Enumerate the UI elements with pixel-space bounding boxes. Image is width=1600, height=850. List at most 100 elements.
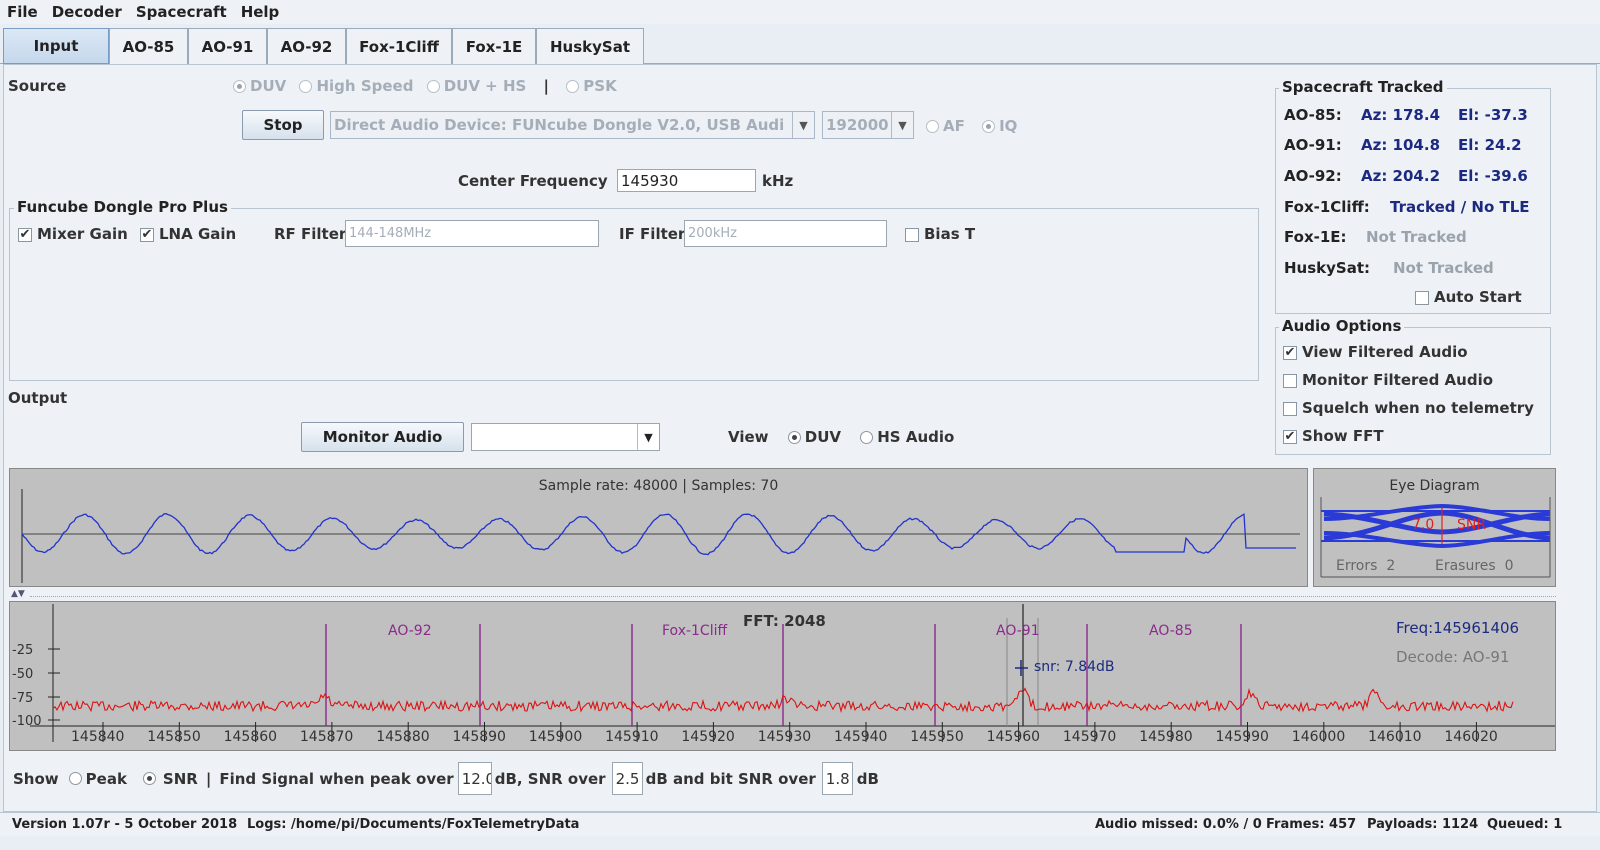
fft-x-tick-label: 145910 bbox=[605, 729, 658, 745]
fft-x-tick-label: 145990 bbox=[1216, 729, 1269, 745]
menu-decoder[interactable]: Decoder bbox=[45, 3, 129, 21]
splitter-divider[interactable] bbox=[30, 596, 1556, 599]
peak-radio[interactable] bbox=[68, 772, 82, 785]
view-hs-radio[interactable] bbox=[860, 431, 874, 444]
output-device-select[interactable]: ▼ bbox=[471, 423, 660, 451]
monitor-filtered-audio-checkbox[interactable]: Monitor Filtered Audio bbox=[1283, 371, 1493, 389]
mode-psk-radio[interactable] bbox=[566, 80, 580, 93]
checkbox-empty-icon bbox=[1415, 290, 1429, 305]
fft-x-tick-label: 146000 bbox=[1292, 729, 1345, 745]
mode-selector: DUV High Speed DUV + HS | PSK bbox=[233, 77, 617, 95]
fft-x-tick-label: 145840 bbox=[71, 729, 124, 745]
status-bar: Version 1.07r - 5 October 2018 Logs: /ho… bbox=[0, 812, 1600, 836]
menu-bar: File Decoder Spacecraft Help bbox=[0, 0, 1600, 24]
queued-count: Queued: 1 bbox=[1487, 817, 1563, 832]
tracked-name: Fox-1E: bbox=[1284, 228, 1347, 246]
tracked-name: AO-91: bbox=[1284, 136, 1342, 154]
eye-snr-label: SNR bbox=[1457, 517, 1487, 533]
monitor-filtered-audio-label: Monitor Filtered Audio bbox=[1302, 371, 1494, 389]
view-duv-label: DUV bbox=[804, 428, 842, 446]
tracked-el: El: -37.3 bbox=[1458, 106, 1528, 124]
tracked-name: AO-92: bbox=[1284, 167, 1342, 185]
view-duv-radio[interactable] bbox=[787, 431, 801, 444]
logs-path-text: Logs: /home/pi/Documents/FoxTelemetryDat… bbox=[247, 817, 580, 832]
fft-x-tick-label: 145860 bbox=[224, 729, 277, 745]
peak-threshold-input[interactable]: 12.0 bbox=[457, 762, 492, 795]
tracked-row-fox1cliff: Fox-1Cliff: Tracked / No TLE bbox=[1284, 198, 1530, 216]
menu-help[interactable]: Help bbox=[234, 3, 287, 21]
tab-huskysat[interactable]: HuskySat bbox=[536, 28, 644, 64]
fft-frequency-readout: Freq:145961406 bbox=[1396, 619, 1520, 637]
fft-label-ao91: AO-91 bbox=[996, 623, 1040, 639]
view-hs-label: HS Audio bbox=[877, 428, 955, 446]
mixer-gain-label: Mixer Gain bbox=[37, 225, 128, 243]
tab-input[interactable]: Input bbox=[3, 28, 109, 64]
rf-filter-input[interactable]: 144-148MHz bbox=[345, 220, 599, 247]
center-frequency-input[interactable]: 145930 bbox=[617, 169, 756, 192]
auto-start-checkbox[interactable]: Auto Start bbox=[1415, 288, 1522, 306]
tab-ao92[interactable]: AO-92 bbox=[267, 28, 346, 64]
mixer-gain-checkbox[interactable]: ✔ Mixer Gain bbox=[18, 225, 128, 243]
mode-duvhs-radio[interactable] bbox=[426, 80, 440, 93]
eye-snr-value: 7.0 bbox=[1412, 517, 1435, 533]
fft-label-ao85: AO-85 bbox=[1149, 623, 1193, 639]
mode-hs-radio[interactable] bbox=[299, 80, 313, 93]
menu-file[interactable]: File bbox=[0, 3, 45, 21]
fft-x-tick-label: 145900 bbox=[529, 729, 582, 745]
bit-snr-threshold-input[interactable]: 1.8 bbox=[821, 762, 853, 795]
view-filtered-audio-label: View Filtered Audio bbox=[1302, 343, 1468, 361]
tracked-name: HuskySat: bbox=[1284, 259, 1371, 277]
check-icon: ✔ bbox=[1283, 344, 1297, 360]
tab-fox1e[interactable]: Fox-1E bbox=[452, 28, 536, 64]
lna-gain-checkbox[interactable]: ✔ LNA Gain bbox=[140, 225, 236, 243]
tracked-row-ao92: AO-92: Az: 204.2 El: -39.6 bbox=[1284, 167, 1528, 185]
stop-button[interactable]: Stop bbox=[242, 110, 324, 140]
checkbox-empty-icon bbox=[905, 227, 919, 242]
tracked-row-ao91: AO-91: Az: 104.8 El: 24.2 bbox=[1284, 136, 1522, 154]
fft-panel: 145840 145850 145860 145870 145880 145890 1459… bbox=[9, 601, 1556, 751]
af-radio[interactable] bbox=[926, 120, 939, 133]
frames-count: Frames: 457 bbox=[1266, 817, 1357, 832]
mode-duv-label: DUV bbox=[250, 77, 287, 95]
eye-diagram-panel: Eye Diagram 7.0 SNR Errors 2 Erasures 0 bbox=[1313, 468, 1556, 587]
view-selector: View DUV HS Audio bbox=[728, 428, 954, 446]
tab-fox1cliff[interactable]: Fox-1Cliff bbox=[346, 28, 452, 64]
funcube-title: Funcube Dongle Pro Plus bbox=[14, 198, 231, 216]
source-label: Source bbox=[8, 77, 67, 95]
show-fft-checkbox[interactable]: ✔ Show FFT bbox=[1283, 427, 1384, 445]
spacecraft-tracked-title: Spacecraft Tracked bbox=[1279, 78, 1447, 96]
snr-threshold-input[interactable]: 2.5 bbox=[611, 762, 643, 795]
check-icon: ✔ bbox=[140, 226, 154, 242]
monitor-audio-button[interactable]: Monitor Audio bbox=[301, 422, 464, 452]
view-filtered-audio-checkbox[interactable]: ✔ View Filtered Audio bbox=[1283, 343, 1468, 361]
sample-rate-select[interactable]: 192000 ▼ bbox=[822, 111, 914, 139]
mode-psk-label: PSK bbox=[583, 77, 617, 95]
menu-spacecraft[interactable]: Spacecraft bbox=[129, 3, 234, 21]
fft-x-tick-label: 145970 bbox=[1063, 729, 1116, 745]
if-filter-input[interactable]: 200kHz bbox=[684, 220, 887, 247]
af-iq-selector: AF IQ bbox=[926, 117, 1017, 135]
mode-duv-radio[interactable] bbox=[233, 80, 246, 93]
tab-ao91[interactable]: AO-91 bbox=[188, 28, 267, 64]
view-label: View bbox=[728, 428, 769, 446]
tab-ao85[interactable]: AO-85 bbox=[109, 28, 188, 64]
peak-label: Peak bbox=[85, 769, 127, 788]
tracked-status: Not Tracked bbox=[1366, 228, 1467, 246]
splitter-handle[interactable]: ▲▼ bbox=[11, 589, 25, 599]
tracked-row-huskysat: HuskySat: Not Tracked bbox=[1284, 259, 1494, 277]
squelch-checkbox[interactable]: Squelch when no telemetry bbox=[1283, 399, 1534, 417]
eye-erasures: Erasures 0 bbox=[1435, 558, 1514, 574]
bias-t-checkbox[interactable]: Bias T bbox=[905, 225, 975, 243]
center-frequency-label: Center Frequency bbox=[458, 172, 608, 190]
snr-radio[interactable] bbox=[142, 772, 156, 785]
threshold-row: Show Peak SNR | Find Signal when peak ov… bbox=[13, 762, 879, 795]
rf-filter-label: RF Filter bbox=[274, 225, 347, 243]
version-text: Version 1.07r - 5 October 2018 bbox=[12, 817, 238, 832]
audio-device-value: Direct Audio Device: FUNcube Dongle V2.0… bbox=[334, 116, 785, 134]
audio-device-select[interactable]: Direct Audio Device: FUNcube Dongle V2.0… bbox=[330, 111, 815, 139]
fft-x-tick-label: 145880 bbox=[376, 729, 429, 745]
db-unit-label: dB bbox=[856, 769, 879, 788]
iq-radio[interactable] bbox=[982, 120, 996, 133]
mode-hs-label: High Speed bbox=[316, 77, 414, 95]
fft-y-tick-label: -25 bbox=[12, 643, 33, 658]
